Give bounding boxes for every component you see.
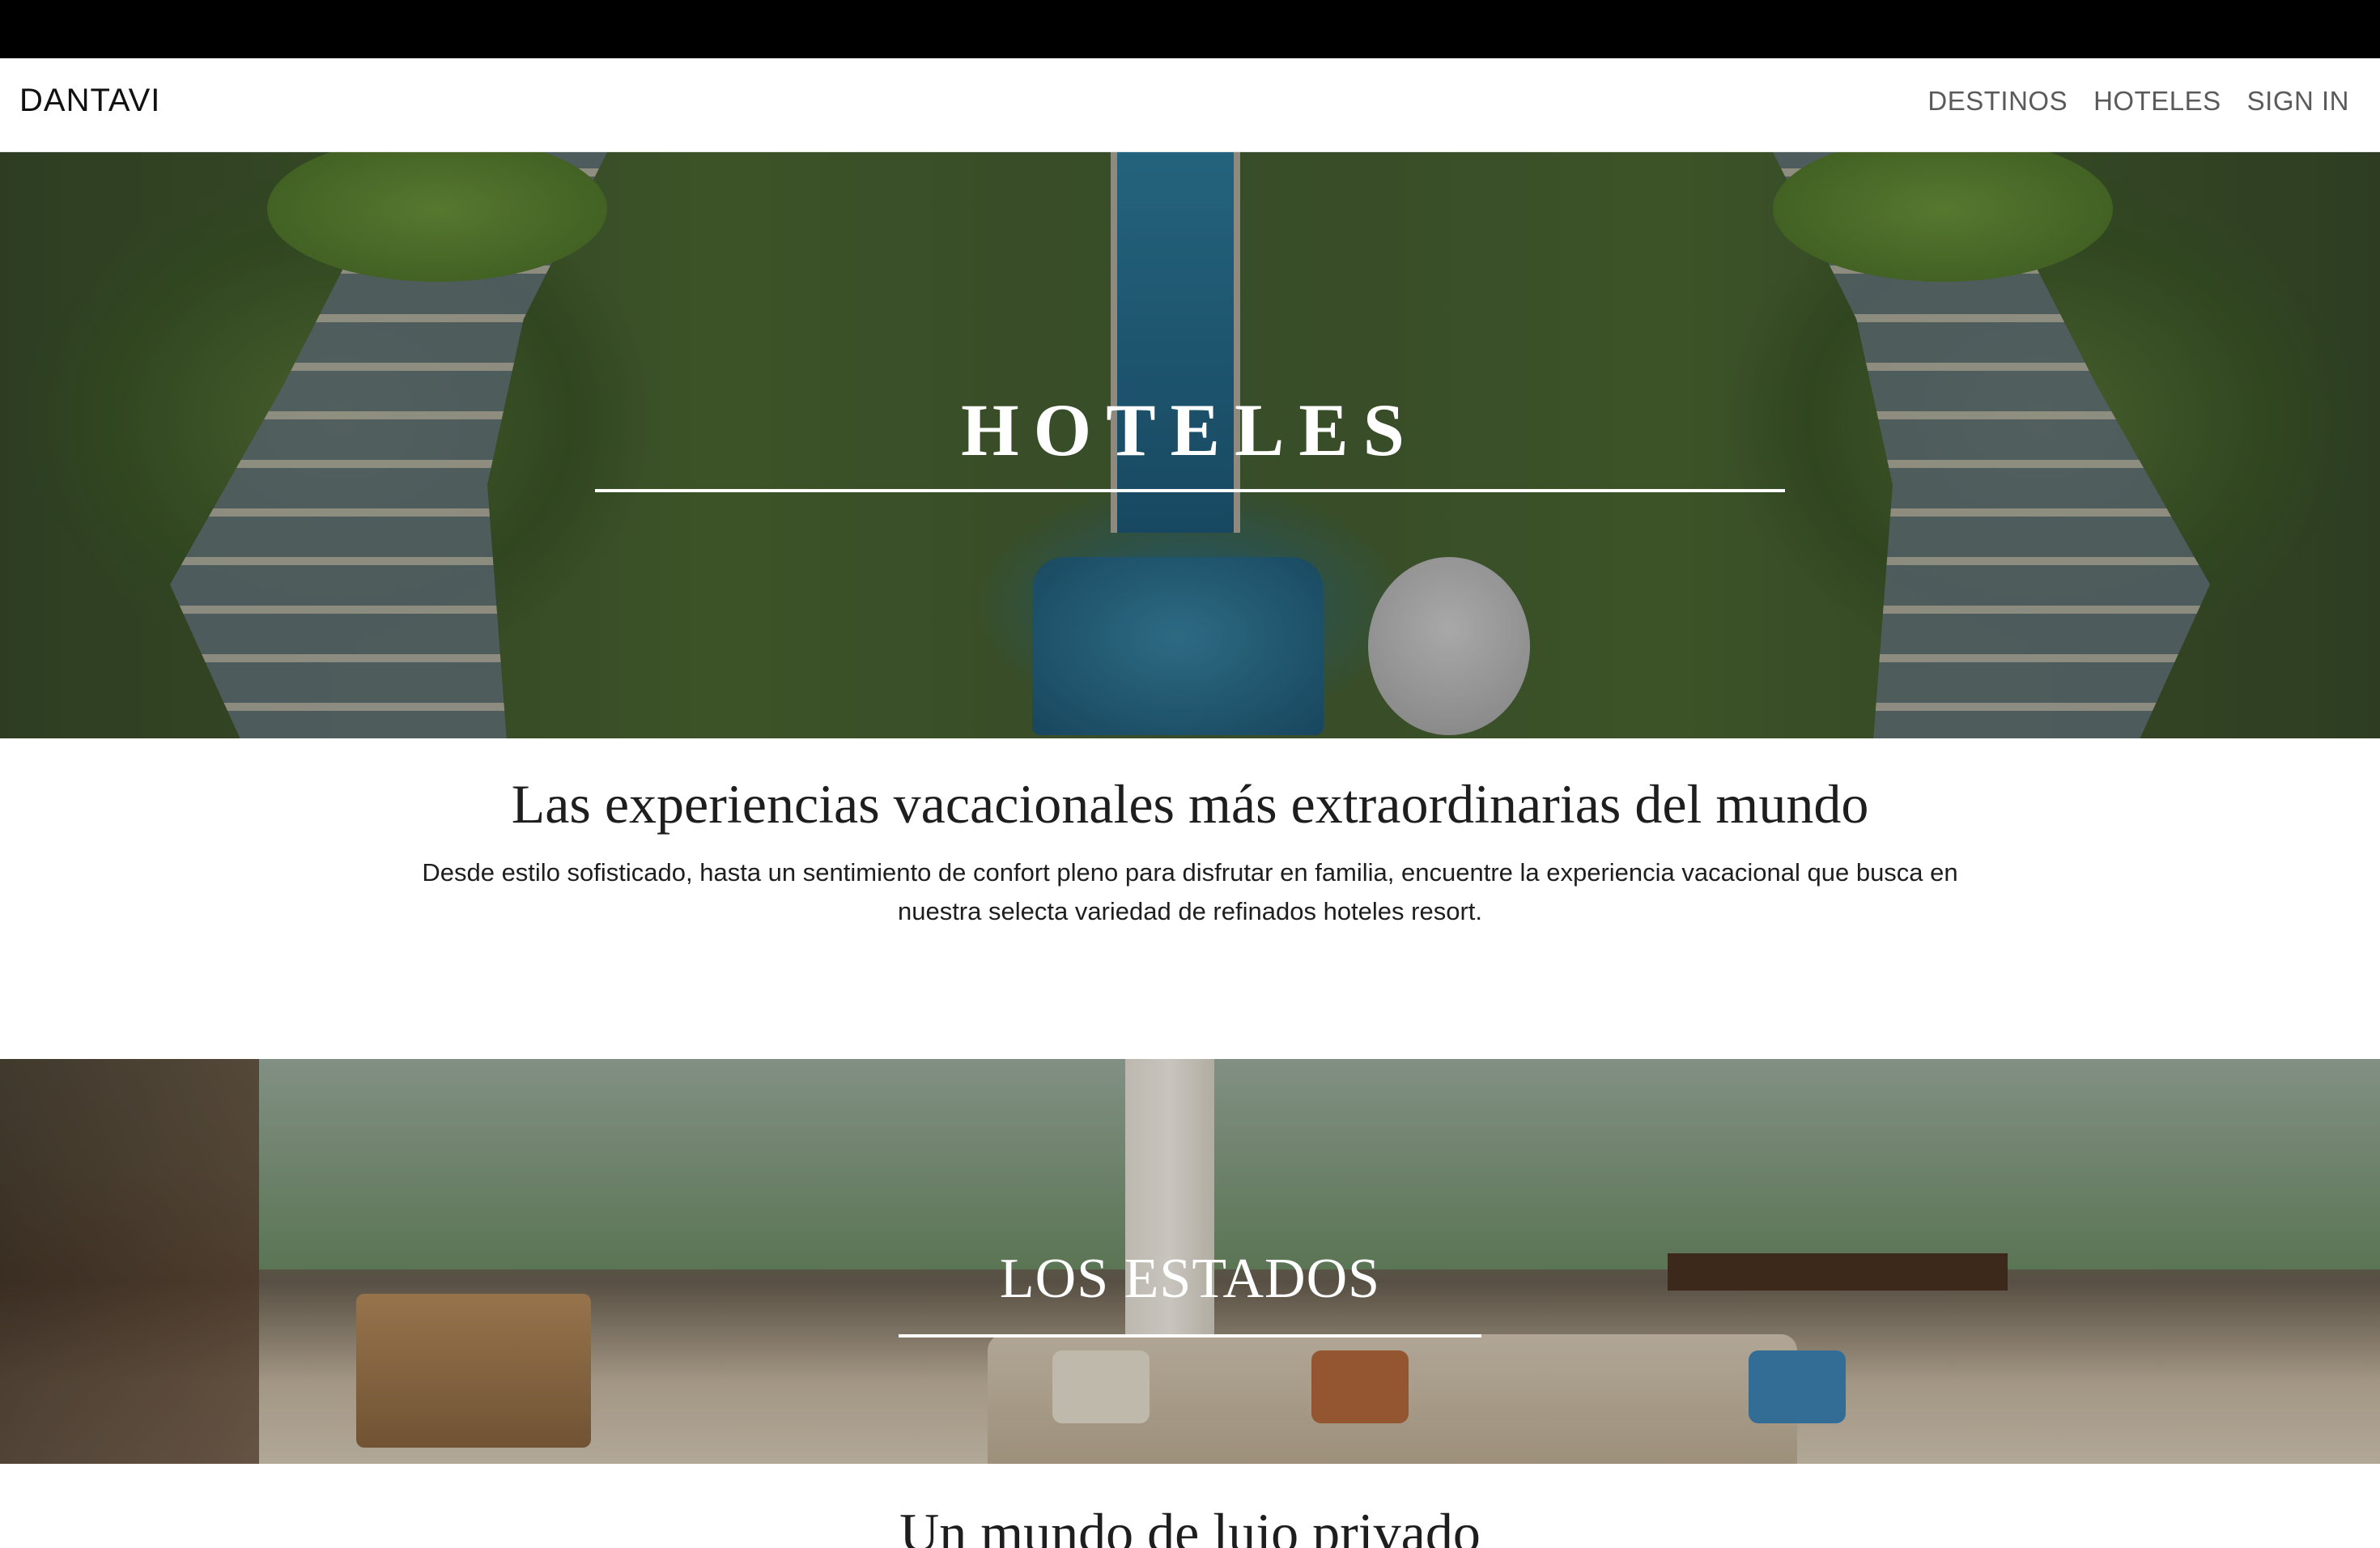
brand-logo[interactable]: DANTAVI: [19, 83, 160, 119]
nav-link-destinos[interactable]: DESTINOS: [1927, 86, 2068, 117]
hero-hoteles: HOTELES: [0, 152, 2380, 738]
hero2-title: LOS ESTADOS: [999, 1248, 1381, 1310]
luxury-heading: Un mundo de lujo privado: [899, 1502, 1481, 1548]
navbar: DANTAVI DESTINOS HOTELES SIGN IN: [0, 58, 2380, 152]
hero2-title-underline: [899, 1334, 1481, 1337]
luxury-section: Un mundo de lujo privado: [0, 1464, 2380, 1548]
hero-title: HOTELES: [961, 389, 1419, 471]
hero-title-underline: [595, 489, 1785, 492]
intro-heading: Las experiencias vacacionales más extrao…: [511, 773, 1869, 835]
nav-link-hoteles[interactable]: HOTELES: [2093, 86, 2221, 117]
nav-links: DESTINOS HOTELES SIGN IN: [1927, 86, 2349, 117]
nav-link-sign-in[interactable]: SIGN IN: [2247, 86, 2349, 117]
hero-los-estados[interactable]: LOS ESTADOS: [0, 1059, 2380, 1464]
intro-section: Las experiencias vacacionales más extrao…: [0, 738, 2380, 1059]
browser-top-bar: [0, 0, 2380, 58]
intro-text: Desde estilo sofisticado, hasta un senti…: [422, 858, 1958, 925]
